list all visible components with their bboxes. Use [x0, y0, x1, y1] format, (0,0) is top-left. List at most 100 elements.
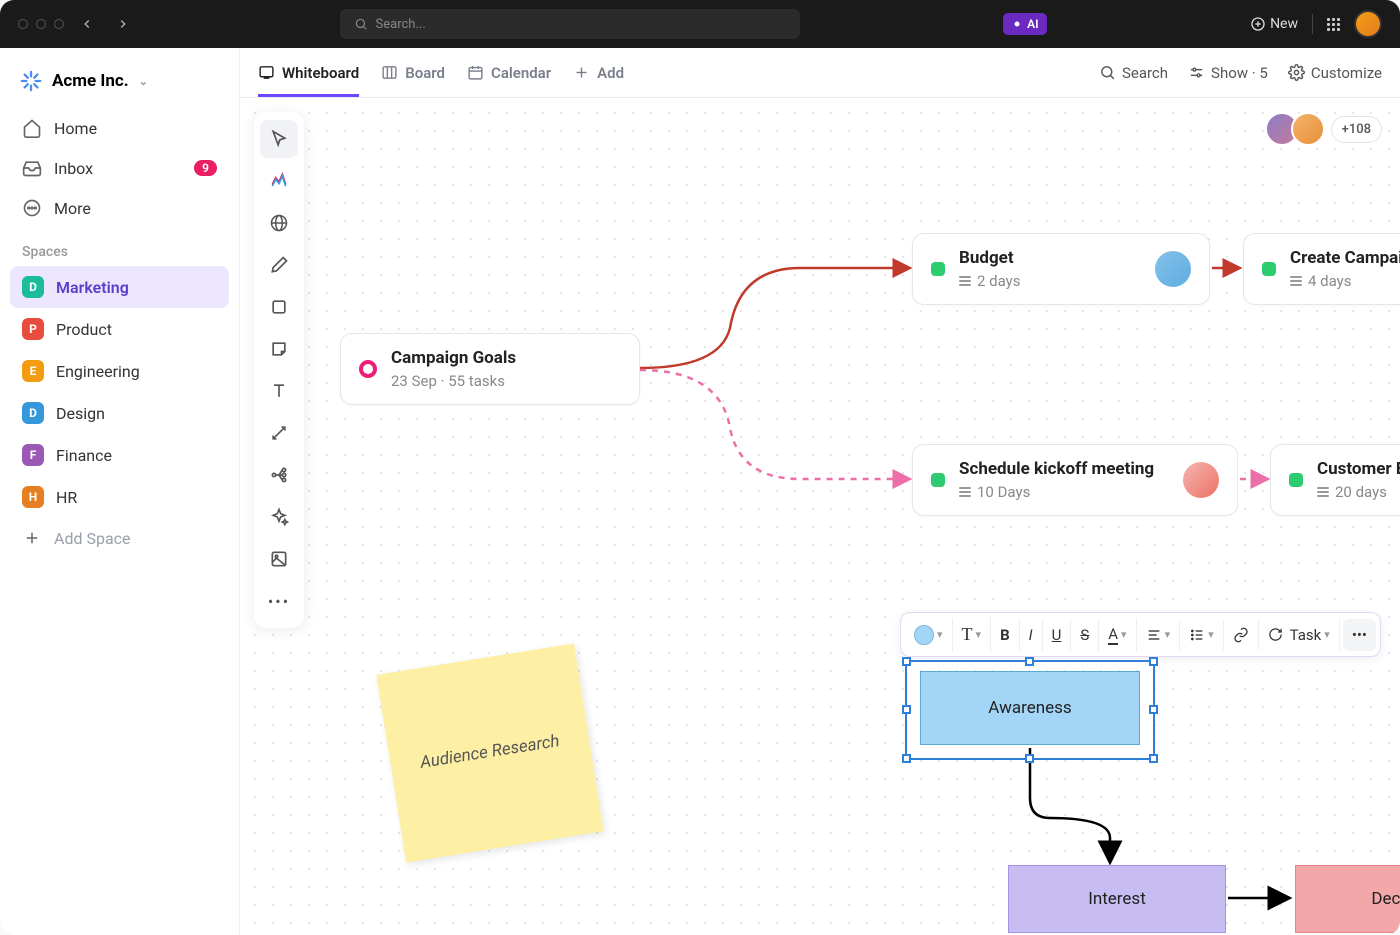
strike-button[interactable]: S	[1071, 619, 1099, 651]
space-icon: P	[22, 318, 44, 340]
plus-icon	[22, 528, 42, 548]
assignee-avatar[interactable]	[1183, 462, 1219, 498]
list-icon	[1290, 276, 1302, 286]
tab-add[interactable]: Add	[573, 48, 624, 97]
space-icon: H	[22, 486, 44, 508]
apps-icon[interactable]	[1327, 18, 1340, 31]
nav-inbox[interactable]: Inbox 9	[10, 148, 229, 188]
window-controls[interactable]	[18, 19, 64, 29]
color-swatch-icon	[914, 625, 934, 645]
global-search-input[interactable]: Search...	[340, 9, 800, 39]
search-icon	[354, 17, 368, 31]
whiteboard-canvas[interactable]: ••• +108	[240, 98, 1400, 935]
link-button[interactable]	[1224, 620, 1259, 650]
sidebar: Acme Inc. ⌄ Home Inbox 9 More Spaces DMa…	[0, 48, 240, 935]
shape-awareness[interactable]: Awareness	[920, 671, 1140, 745]
mindmap-tool[interactable]	[260, 456, 298, 494]
new-button[interactable]: New	[1250, 16, 1298, 32]
ai-tool[interactable]	[260, 498, 298, 536]
nav-more[interactable]: More	[10, 188, 229, 228]
square-icon	[269, 297, 289, 317]
collaborator-more[interactable]: +108	[1331, 116, 1382, 143]
nav-back-icon[interactable]	[74, 13, 100, 35]
bold-button[interactable]: B	[991, 619, 1020, 651]
space-engineering[interactable]: EEngineering	[10, 350, 229, 392]
add-space-button[interactable]: Add Space	[10, 518, 229, 558]
titlebar: Search... AI New	[0, 0, 1400, 48]
search-placeholder: Search...	[376, 17, 426, 32]
tab-board[interactable]: Board	[381, 48, 445, 97]
collaborators[interactable]: +108	[1273, 112, 1382, 146]
web-tool[interactable]	[260, 204, 298, 242]
more-icon	[22, 198, 42, 218]
select-tool[interactable]	[260, 120, 298, 158]
space-hr[interactable]: HHR	[10, 476, 229, 518]
list-button[interactable]: ▾	[1180, 620, 1224, 650]
nav-forward-icon[interactable]	[110, 13, 136, 35]
tab-search-button[interactable]: Search	[1099, 64, 1168, 82]
image-tool[interactable]	[260, 540, 298, 578]
space-icon: E	[22, 360, 44, 382]
show-button[interactable]: Show · 5	[1188, 64, 1268, 82]
font-button[interactable]: T▾	[953, 617, 992, 652]
assignee-avatar[interactable]	[1155, 251, 1191, 287]
pen-icon	[269, 255, 289, 275]
align-icon	[1146, 627, 1162, 643]
tab-whiteboard[interactable]: Whiteboard	[258, 48, 359, 97]
workspace-selector[interactable]: Acme Inc. ⌄	[10, 62, 229, 100]
customize-button[interactable]: Customize	[1288, 64, 1382, 82]
connector-tool[interactable]	[260, 414, 298, 452]
space-product[interactable]: PProduct	[10, 308, 229, 350]
task-tool[interactable]	[260, 162, 298, 200]
space-icon: D	[22, 402, 44, 424]
ai-button[interactable]: AI	[1003, 13, 1046, 35]
user-avatar[interactable]	[1354, 10, 1382, 38]
connector-icon	[269, 423, 289, 443]
shape-decision[interactable]: Decision	[1295, 865, 1400, 933]
card-customer-beta[interactable]: Customer Beta 20 days	[1270, 444, 1400, 516]
pen-tool[interactable]	[260, 246, 298, 284]
format-toolbar: ▾ T▾ B I U S A▾ ▾ ▾ Task▾ •••	[900, 612, 1381, 657]
tab-calendar[interactable]: Calendar	[467, 48, 551, 97]
sticky-icon	[269, 339, 289, 359]
more-tools[interactable]: •••	[260, 582, 298, 620]
shape-tool[interactable]	[260, 288, 298, 326]
text-icon	[269, 381, 289, 401]
sticky-tool[interactable]	[260, 330, 298, 368]
card-campaign-goals[interactable]: Campaign Goals 23 Sep · 55 tasks	[340, 333, 640, 405]
fill-color-button[interactable]: ▾	[905, 618, 953, 652]
chevron-down-icon: ⌄	[139, 75, 148, 88]
sparkle-icon	[269, 507, 289, 527]
italic-button[interactable]: I	[1020, 619, 1043, 651]
card-budget[interactable]: Budget 2 days	[912, 233, 1210, 305]
space-design[interactable]: DDesign	[10, 392, 229, 434]
space-finance[interactable]: FFinance	[10, 434, 229, 476]
list-icon	[1317, 487, 1329, 497]
card-kickoff[interactable]: Schedule kickoff meeting 10 Days	[912, 444, 1238, 516]
underline-button[interactable]: U	[1043, 619, 1072, 651]
whiteboard-icon	[258, 64, 275, 81]
text-tool[interactable]	[260, 372, 298, 410]
plus-circle-icon	[1250, 16, 1266, 32]
text-color-button[interactable]: A▾	[1099, 618, 1136, 652]
sticky-note[interactable]: Audience Research	[376, 644, 603, 863]
collaborator-avatar[interactable]	[1291, 112, 1325, 146]
cursor-icon	[269, 129, 289, 149]
status-green-icon	[1289, 473, 1303, 487]
sparkle-icon	[1011, 18, 1023, 30]
inbox-badge: 9	[194, 160, 217, 176]
calendar-icon	[467, 64, 484, 81]
nav-home[interactable]: Home	[10, 108, 229, 148]
view-tabs: Whiteboard Board Calendar Add Search Sho…	[240, 48, 1400, 98]
shape-interest[interactable]: Interest	[1008, 865, 1226, 933]
convert-task-button[interactable]: Task▾	[1259, 619, 1340, 651]
align-button[interactable]: ▾	[1137, 620, 1181, 650]
list-icon	[1189, 627, 1205, 643]
space-marketing[interactable]: DMarketing	[10, 266, 229, 308]
status-green-icon	[931, 473, 945, 487]
list-icon	[959, 276, 971, 286]
spaces-heading: Spaces	[10, 228, 229, 266]
card-create-campaign[interactable]: Create Campaign 4 days	[1243, 233, 1400, 305]
globe-icon	[269, 213, 289, 233]
more-format-button[interactable]: •••	[1343, 619, 1376, 651]
